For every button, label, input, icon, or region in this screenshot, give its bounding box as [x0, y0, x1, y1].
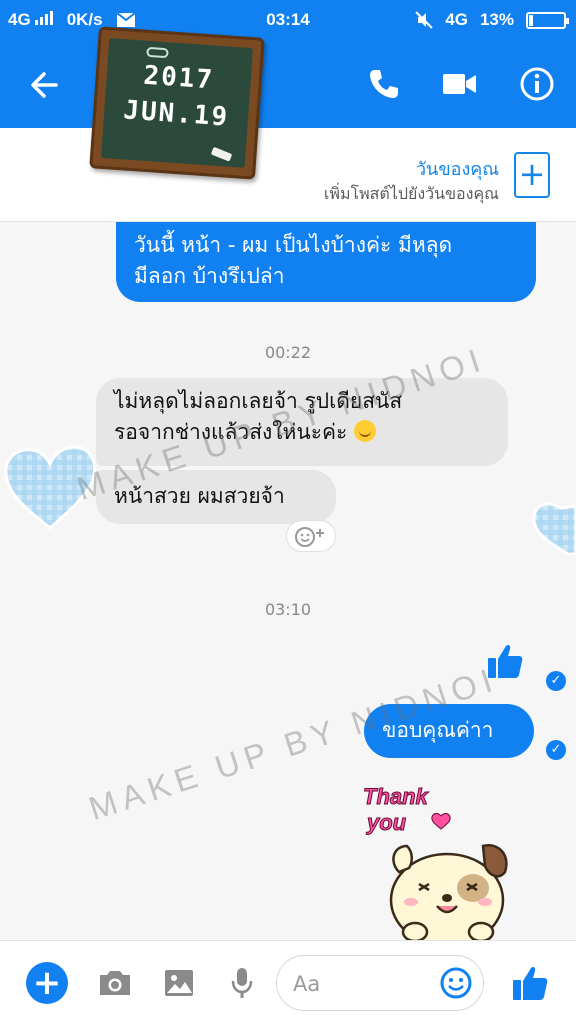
- camera-button[interactable]: [93, 961, 137, 1005]
- gingham-heart-decoration: [532, 502, 576, 556]
- add-reaction-button[interactable]: [286, 520, 336, 552]
- network-type-right: 4G: [445, 10, 468, 29]
- message-composer: +: [0, 940, 576, 1024]
- battery-level: [529, 14, 534, 26]
- arrow-left-icon: [31, 72, 58, 98]
- status-bar: 4G 0K/s 03:14 4G 13%: [0, 0, 576, 40]
- seen-check-icon: ✓: [546, 671, 566, 691]
- video-camera-icon: [443, 74, 476, 94]
- info-button[interactable]: [513, 60, 561, 108]
- chalk-cloud-doodle: [146, 46, 169, 59]
- message-line: มีลอก บ้างรึเปล่า: [134, 264, 285, 288]
- smiley-icon: [440, 967, 472, 999]
- dog-character-icon: [389, 843, 508, 942]
- image-icon: [165, 970, 193, 996]
- thank-you-dog-sticker[interactable]: Thank you: [355, 782, 515, 942]
- thumbs-up-icon: [513, 967, 548, 1000]
- pink-heart-icon: [431, 813, 451, 830]
- more-actions-button[interactable]: +: [26, 962, 68, 1004]
- add-to-day-button[interactable]: +: [514, 152, 550, 198]
- your-day-subtitle: เพิ่มโพสต์ไปยังวันของคุณ: [323, 184, 499, 203]
- gallery-button[interactable]: [157, 961, 201, 1005]
- your-day-banner[interactable]: วันของคุณ เพิ่มโพสต์ไปยังวันของคุณ +: [0, 128, 576, 222]
- message-input-container[interactable]: [276, 955, 484, 1011]
- call-button[interactable]: [360, 60, 408, 108]
- battery-percent: 13%: [479, 10, 514, 29]
- your-day-title: วันของคุณ: [415, 159, 499, 180]
- camera-icon: [100, 971, 130, 995]
- chat-header: [0, 40, 576, 128]
- message-line: วันนี้ หน้า - ผม เป็นไงบ้างค่ะ มีหลุด: [134, 233, 453, 257]
- timestamp: 03:10: [264, 600, 312, 619]
- timestamp: 00:22: [264, 343, 312, 362]
- send-like-button[interactable]: [508, 961, 552, 1005]
- video-call-button[interactable]: [436, 60, 484, 108]
- battery-icon: [526, 11, 569, 29]
- microphone-icon: [231, 968, 253, 998]
- info-icon: [520, 67, 554, 101]
- date-chalkboard-image: 2017 JUN.19: [89, 26, 265, 180]
- phone-icon: [370, 70, 398, 98]
- message-bubble-outgoing[interactable]: วันนี้ หน้า - ผม เป็นไงบ้างค่ะ มีหลุด มี…: [116, 222, 536, 302]
- back-button[interactable]: [22, 62, 68, 108]
- emoji-button[interactable]: [439, 966, 473, 1000]
- message-input[interactable]: [293, 968, 433, 1000]
- seen-check-icon: ✓: [546, 740, 566, 760]
- mute-icon: [415, 11, 433, 29]
- voice-button[interactable]: [220, 961, 264, 1005]
- smiley-plus-icon: [295, 527, 324, 547]
- smiley-emoji-icon: [354, 420, 377, 442]
- sticker-text: Thank: [363, 784, 429, 810]
